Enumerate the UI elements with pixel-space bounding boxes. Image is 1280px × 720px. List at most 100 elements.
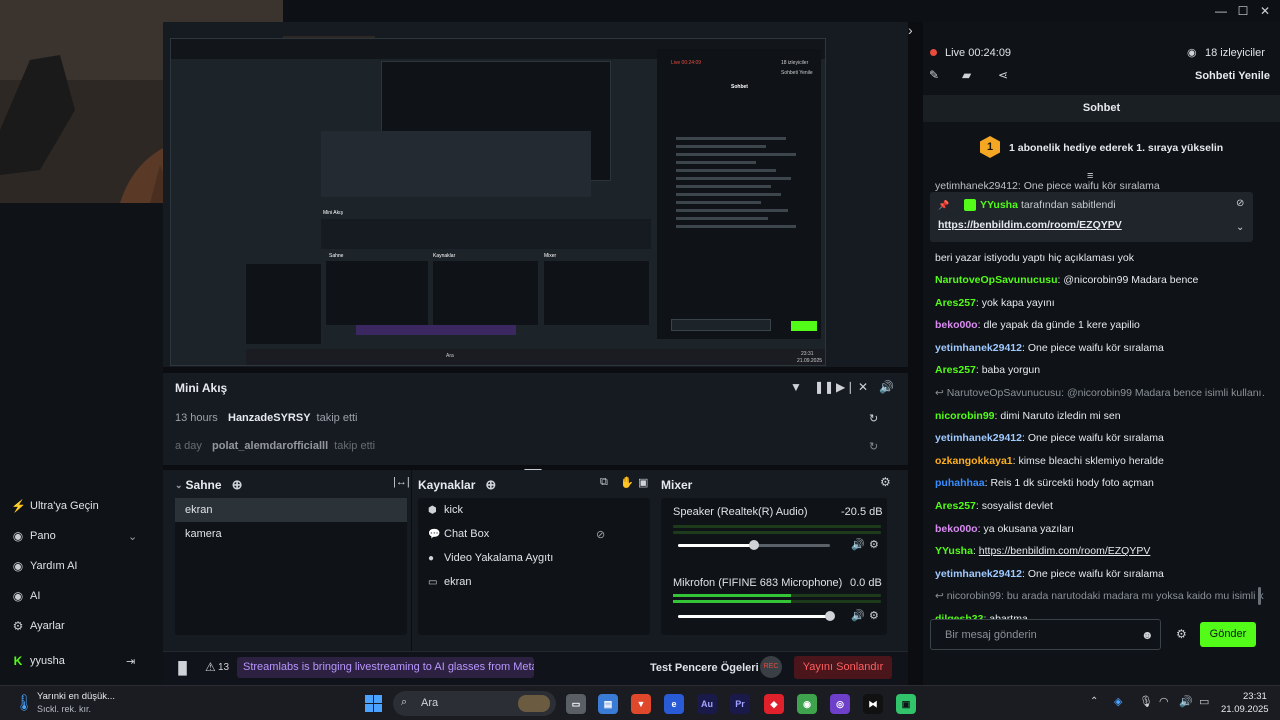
chat-username[interactable]: puhahhaa bbox=[935, 477, 985, 489]
volume-tray-icon[interactable]: 🔊 bbox=[1179, 695, 1193, 708]
chat-username[interactable]: yetimhanek29412 bbox=[935, 568, 1022, 580]
source-item[interactable]: ⬢ kick bbox=[418, 498, 650, 522]
clock-time[interactable]: 23:31 bbox=[1243, 691, 1267, 702]
rec-button[interactable]: REC bbox=[760, 656, 782, 678]
pinned-link[interactable]: https://benbildim.com/room/EZQYPV bbox=[938, 219, 1122, 231]
chat-message: Ares257: yok kapa yayını bbox=[935, 296, 1265, 310]
collapse-chat-chevron-icon[interactable]: › bbox=[908, 22, 913, 38]
maximize-button[interactable]: ☐ bbox=[1235, 3, 1251, 19]
scene-item-kamera[interactable]: kamera bbox=[175, 522, 407, 546]
channel-gear-icon[interactable]: ⚙ bbox=[869, 609, 879, 622]
pinned-message[interactable]: 📌 YYusha tarafından sabitlendi ⊘ https:/… bbox=[930, 192, 1253, 242]
mixer-settings-gear-icon[interactable]: ⚙ bbox=[880, 475, 891, 489]
share-icon[interactable]: ⋖ bbox=[998, 68, 1008, 82]
volume-icon[interactable]: 🔊 bbox=[879, 380, 894, 394]
github-icon[interactable]: ◎ bbox=[830, 694, 850, 714]
logout-icon[interactable]: ⇥ bbox=[126, 655, 135, 668]
tray-chevron-icon[interactable]: ⌃ bbox=[1090, 696, 1098, 707]
chat-settings-gear-icon[interactable]: ⚙ bbox=[1176, 627, 1187, 641]
premiere-icon[interactable]: Pr bbox=[730, 694, 750, 714]
taskbar-search[interactable]: ⌕ Ara bbox=[393, 691, 556, 716]
source-item[interactable]: 💬 Chat Box ⊘ bbox=[418, 522, 650, 546]
chat-username[interactable]: nicorobin99 bbox=[935, 410, 995, 422]
video-icon[interactable]: ▰ bbox=[962, 68, 971, 82]
folder-icon[interactable]: ⧉ bbox=[600, 476, 608, 489]
sidebar-item-account[interactable]: K yyusha ⇥ bbox=[0, 647, 163, 675]
chat-scrollbar[interactable] bbox=[1258, 587, 1261, 605]
end-stream-button[interactable]: Yayını Sonlandır bbox=[794, 656, 892, 679]
audition-icon[interactable]: Au bbox=[697, 694, 717, 714]
chat-username[interactable]: beko00o bbox=[935, 319, 978, 331]
chat-username[interactable]: yetimhanek29412 bbox=[935, 342, 1022, 354]
gift-goal-text[interactable]: 1 abonelik hediye ederek 1. sıraya yükse… bbox=[1009, 142, 1223, 154]
chat-username[interactable]: YYusha bbox=[935, 545, 973, 557]
refresh-chat-button[interactable]: Sohbeti Yenile bbox=[1195, 70, 1270, 82]
promo-banner[interactable]: Streamlabs is bringing livestreaming to … bbox=[237, 657, 534, 678]
mute-alerts-icon[interactable]: ✕ bbox=[858, 380, 868, 394]
weather-title[interactable]: Yarınki en düşük... bbox=[37, 691, 115, 702]
sidebar-item-ultra[interactable]: ⚡ Ultra'ya Geçin bbox=[0, 492, 163, 520]
capcut-icon[interactable]: ⧓ bbox=[863, 694, 883, 714]
chat-username[interactable]: Ares257 bbox=[935, 364, 976, 376]
edge-icon[interactable]: e bbox=[664, 694, 684, 714]
source-item[interactable]: ● Video Yakalama Aygıtı bbox=[418, 546, 650, 570]
sidebar-item-ai[interactable]: ◉ AI bbox=[0, 582, 163, 610]
red-app-icon[interactable]: ◆ bbox=[764, 694, 784, 714]
repeat-alert-icon[interactable]: ↻ bbox=[869, 412, 878, 425]
left-sidebar: ⚡ Ultra'ya Geçin ◉ Pano ⌄ ◉ Yardım AI ◉ … bbox=[0, 203, 163, 685]
brave-browser-icon[interactable]: ▼ bbox=[631, 694, 651, 714]
clock-date[interactable]: 21.09.2025 bbox=[1221, 704, 1269, 715]
edit-icon[interactable]: ✎ bbox=[929, 68, 939, 82]
stats-icon[interactable]: ▐▌ bbox=[174, 661, 191, 675]
chat-link[interactable]: https://benbildim.com/room/EZQYPV bbox=[979, 545, 1151, 557]
chat-username[interactable]: NarutoveOpSavunucusu bbox=[935, 274, 1058, 286]
windows-start-icon[interactable] bbox=[365, 695, 382, 712]
chevron-down-icon[interactable]: ⌄ bbox=[128, 530, 137, 543]
hidden-eye-icon[interactable]: ⊘ bbox=[596, 528, 605, 541]
expand-chevron-icon[interactable]: ⌄ bbox=[1236, 222, 1244, 233]
minimize-button[interactable]: — bbox=[1213, 3, 1229, 19]
chat-input[interactable]: Bir mesaj gönderin ☻ bbox=[930, 619, 1161, 650]
hand-icon[interactable]: ✋ bbox=[620, 476, 634, 489]
add-scene-icon[interactable]: ⊕ bbox=[232, 477, 243, 493]
source-item[interactable]: ▭ ekran bbox=[418, 570, 650, 594]
unpin-icon[interactable]: ⊘ bbox=[1236, 198, 1244, 209]
file-explorer-icon[interactable]: ▤ bbox=[598, 694, 618, 714]
filter-icon[interactable]: ▼ bbox=[790, 380, 802, 394]
wifi-icon[interactable]: ◠ bbox=[1159, 695, 1169, 708]
chat-username[interactable]: Ares257 bbox=[935, 297, 976, 309]
speaker-icon[interactable]: 🔊 bbox=[851, 538, 865, 551]
sidebar-item-pano[interactable]: ◉ Pano ⌄ bbox=[0, 522, 163, 550]
alert-icon[interactable]: ⚠ bbox=[205, 660, 216, 674]
sidebar-item-ayarlar[interactable]: ⚙ Ayarlar bbox=[0, 612, 163, 640]
volume-slider[interactable] bbox=[678, 540, 830, 550]
add-folder-icon[interactable]: ▣ bbox=[638, 476, 648, 489]
test-widgets-button[interactable]: Test Pencere Ögeleri bbox=[650, 662, 759, 674]
streamlabs-icon[interactable]: ▣ bbox=[896, 694, 916, 714]
chat-username[interactable]: beko00o bbox=[935, 523, 978, 535]
security-tray-icon[interactable]: ◈ bbox=[1114, 695, 1122, 708]
speaker-icon[interactable]: 🔊 bbox=[851, 609, 865, 622]
add-source-icon[interactable]: ⊕ bbox=[485, 477, 496, 493]
pause-icon[interactable]: ❚❚ bbox=[814, 380, 834, 394]
chat-username[interactable]: ozkangokkaya1 bbox=[935, 455, 1013, 467]
studio-mode-icon[interactable]: |↔| bbox=[393, 476, 410, 488]
chat-username[interactable]: Ares257 bbox=[935, 500, 976, 512]
android-app-icon[interactable]: ◉ bbox=[797, 694, 817, 714]
chat-message: Ares257: baba yorgun bbox=[935, 363, 1265, 377]
send-button[interactable]: Gönder bbox=[1200, 622, 1256, 647]
scene-item-ekran[interactable]: ekran bbox=[175, 498, 407, 522]
channel-gear-icon[interactable]: ⚙ bbox=[869, 538, 879, 551]
sources-title: Kaynaklar bbox=[418, 478, 476, 492]
repeat-alert-icon[interactable]: ↻ bbox=[869, 440, 878, 453]
skip-icon[interactable]: ▶❘ bbox=[836, 380, 855, 394]
microphone-tray-icon[interactable]: 🎙 bbox=[1139, 695, 1153, 708]
sidebar-item-yardim-ai[interactable]: ◉ Yardım AI bbox=[0, 552, 163, 580]
battery-icon[interactable]: ▭ bbox=[1199, 695, 1209, 708]
close-button[interactable]: ✕ bbox=[1257, 3, 1273, 19]
chat-username[interactable]: yetimhanek29412 bbox=[935, 432, 1022, 444]
task-view-icon[interactable]: ▭ bbox=[566, 694, 586, 714]
chat-text: dle yapak da günde 1 kere yapilio bbox=[983, 319, 1140, 332]
volume-slider[interactable] bbox=[678, 611, 835, 621]
emoji-icon[interactable]: ☻ bbox=[1141, 628, 1154, 642]
